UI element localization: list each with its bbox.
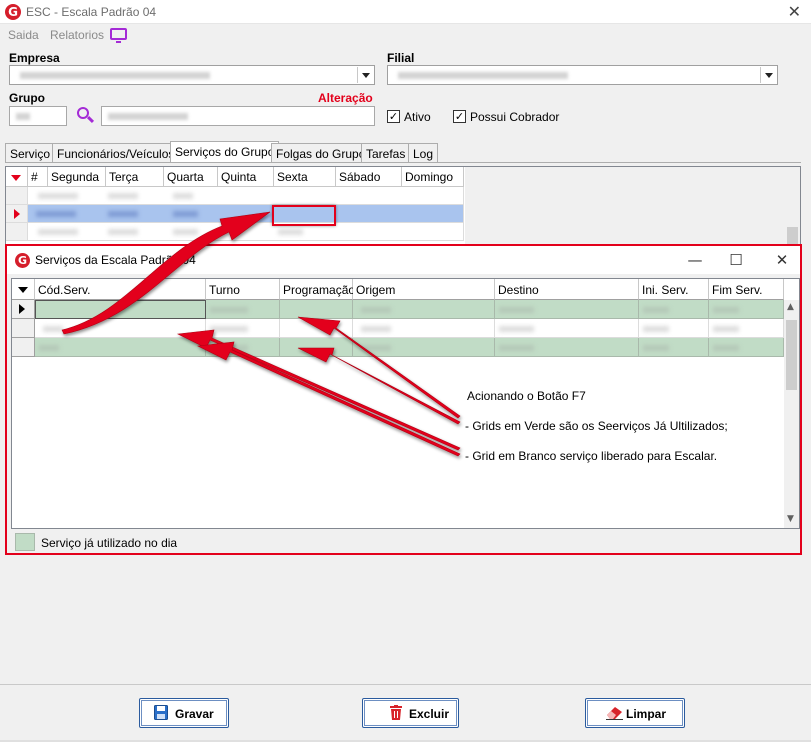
delete-button[interactable]: Excluir <box>362 698 459 728</box>
delete-button-label: Excluir <box>409 707 450 721</box>
trash-icon <box>390 705 402 720</box>
curved-arrow <box>61 211 271 335</box>
save-button[interactable]: Gravar <box>139 698 229 728</box>
clear-button[interactable]: Limpar <box>585 698 685 728</box>
footer-separator <box>0 684 811 685</box>
arrow-programacao-row1 <box>297 316 461 419</box>
clear-button-label: Limpar <box>626 707 667 721</box>
eraser-icon <box>606 707 623 720</box>
arrow-cod-row3 <box>196 341 461 457</box>
save-button-label: Gravar <box>175 707 214 721</box>
annotation-arrows <box>61 211 461 457</box>
floppy-disk-icon <box>154 705 168 720</box>
